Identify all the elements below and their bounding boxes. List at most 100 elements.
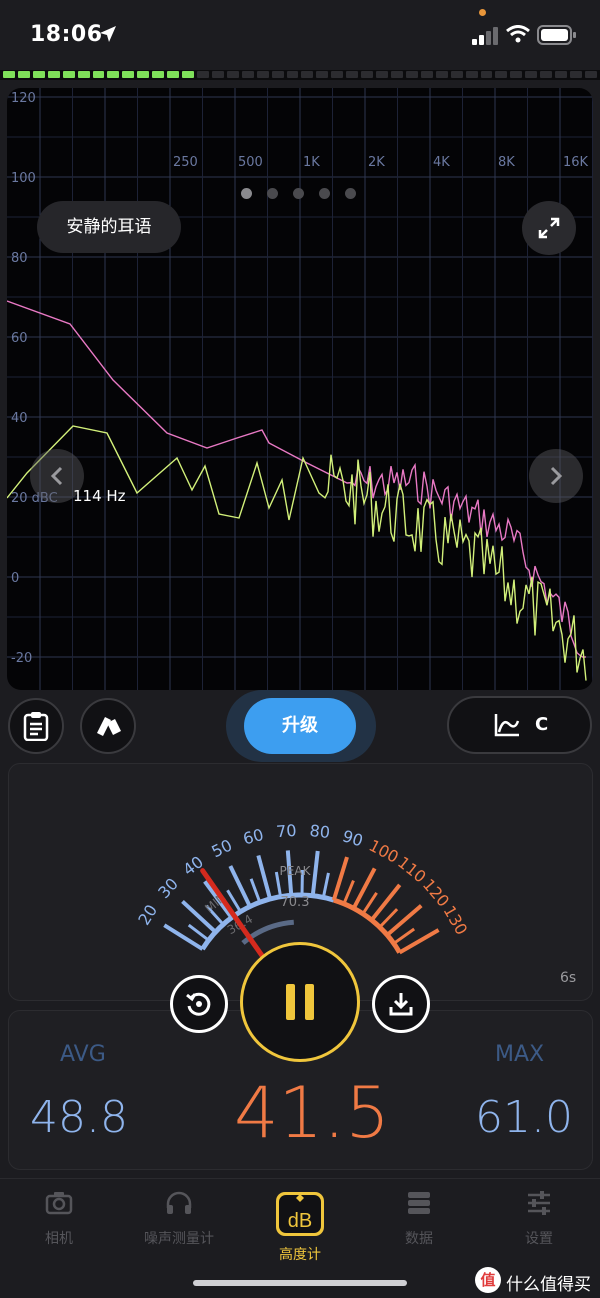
page-dot[interactable] xyxy=(345,188,356,199)
weighting-selector-button[interactable]: C xyxy=(447,696,592,754)
level-segment xyxy=(47,71,60,78)
level-segment xyxy=(152,71,165,78)
weighting-label: C xyxy=(535,714,549,735)
level-segment xyxy=(465,71,478,78)
watermark-text: 什么值得买 xyxy=(506,1275,591,1295)
battery-icon xyxy=(537,25,576,45)
page-dot[interactable] xyxy=(241,188,252,199)
clipboard-button[interactable] xyxy=(8,698,64,754)
level-segment xyxy=(405,71,418,78)
y-tick-label: 100 xyxy=(11,171,36,186)
reset-icon xyxy=(186,992,211,1016)
level-segment xyxy=(495,71,508,78)
level-segment xyxy=(32,71,45,78)
current-db-value: 41.5 xyxy=(234,1072,390,1154)
privacy-indicator-dot xyxy=(479,9,486,16)
cellular-signal-icon xyxy=(472,27,498,45)
level-segment xyxy=(584,71,597,78)
location-arrow-icon xyxy=(100,26,116,42)
level-segment xyxy=(211,71,224,78)
level-segment xyxy=(92,71,105,78)
level-segment xyxy=(525,71,538,78)
level-segment xyxy=(570,71,582,78)
level-segment xyxy=(182,71,194,78)
next-view-button[interactable] xyxy=(529,449,583,503)
level-segment xyxy=(361,71,374,78)
x-tick-label: 500 xyxy=(238,155,263,170)
svg-text:dB: dB xyxy=(288,1210,312,1232)
page-indicator[interactable] xyxy=(241,188,356,199)
level-segment xyxy=(226,71,239,78)
curve-chart-icon xyxy=(494,714,520,737)
spectrum-chart: 12010080604020 dBC0-20250 500 1K 2K 4K 8K 16K xyxy=(7,88,593,690)
tab-altimeter[interactable]: dB 高度计 xyxy=(245,1190,355,1264)
download-icon xyxy=(389,993,413,1016)
tab-label: 噪声测量计 xyxy=(144,1231,214,1247)
level-segment xyxy=(510,71,523,78)
level-segment xyxy=(137,71,150,78)
avg-label: AVG xyxy=(60,1042,106,1067)
tab-label: 数据 xyxy=(405,1231,433,1247)
level-segment xyxy=(3,71,15,78)
preset-chip[interactable]: 安静的耳语 xyxy=(37,201,181,253)
page-dot[interactable] xyxy=(319,188,330,199)
level-segment xyxy=(62,71,75,78)
level-segment xyxy=(540,71,553,78)
level-meter-strip xyxy=(0,70,600,80)
level-segment xyxy=(271,71,284,78)
upgrade-button[interactable]: 升级 xyxy=(244,698,356,754)
spectrum-analyzer-panel[interactable]: 120 100 80 60 40 20 dBC 0 -20 250 500 1K 2K 4K 8K 16K … xyxy=(7,88,593,690)
export-button[interactable] xyxy=(372,975,430,1033)
level-segment xyxy=(480,71,493,78)
level-segment xyxy=(77,71,90,78)
pause-icon xyxy=(286,984,295,1020)
x-tick-label: 4K xyxy=(433,155,450,170)
live-spectrum-series xyxy=(7,425,587,681)
tab-data[interactable]: 数据 xyxy=(364,1190,474,1248)
clipboard-icon xyxy=(23,712,49,741)
headphones-icon xyxy=(166,1191,192,1214)
chevron-left-icon xyxy=(50,466,63,486)
level-segment xyxy=(435,71,448,78)
y-tick-label: 120 xyxy=(11,91,36,106)
level-segment xyxy=(390,71,403,78)
y-tick-label: -20 xyxy=(11,651,32,666)
x-tick-label: 2K xyxy=(368,155,385,170)
x-tick-label: 8K xyxy=(498,155,515,170)
x-tick-label: 250 xyxy=(173,155,198,170)
database-icon xyxy=(408,1192,430,1214)
page-dot[interactable] xyxy=(293,188,304,199)
avg-value: 48.8 xyxy=(30,1092,128,1143)
x-tick-label: 16K xyxy=(563,155,589,170)
level-segment xyxy=(301,71,314,78)
pause-button[interactable] xyxy=(240,942,360,1062)
max-value: 61.0 xyxy=(475,1092,573,1143)
level-segment xyxy=(420,71,433,78)
y-tick-label: 60 xyxy=(11,331,28,346)
status-time: 18:06 xyxy=(30,22,103,47)
weighted-spectrum-series xyxy=(7,300,587,658)
frequency-readout: 114 Hz xyxy=(73,487,126,505)
tab-camera[interactable]: 相机 xyxy=(4,1190,114,1248)
camera-icon xyxy=(45,1192,73,1215)
reset-button[interactable] xyxy=(170,975,228,1033)
home-indicator[interactable] xyxy=(193,1280,407,1286)
level-segment xyxy=(196,71,209,78)
expand-icon xyxy=(538,217,560,239)
fullscreen-button[interactable] xyxy=(522,201,576,255)
tab-label: 设置 xyxy=(525,1231,553,1247)
level-segment xyxy=(346,71,359,78)
tab-settings[interactable]: 设置 xyxy=(484,1190,594,1248)
level-segment xyxy=(122,71,135,78)
tab-noise-meter[interactable]: 噪声测量计 xyxy=(124,1190,234,1248)
elapsed-time: 6s xyxy=(560,970,577,986)
page-dot[interactable] xyxy=(267,188,278,199)
level-segment xyxy=(331,71,344,78)
wifi-icon xyxy=(506,25,530,43)
level-segment xyxy=(167,71,180,78)
level-segment xyxy=(555,71,568,78)
tab-label: 相机 xyxy=(45,1231,73,1247)
y-tick-label: 80 xyxy=(11,251,28,266)
theme-cards-button[interactable] xyxy=(80,698,136,754)
tab-label: 高度计 xyxy=(279,1247,321,1263)
